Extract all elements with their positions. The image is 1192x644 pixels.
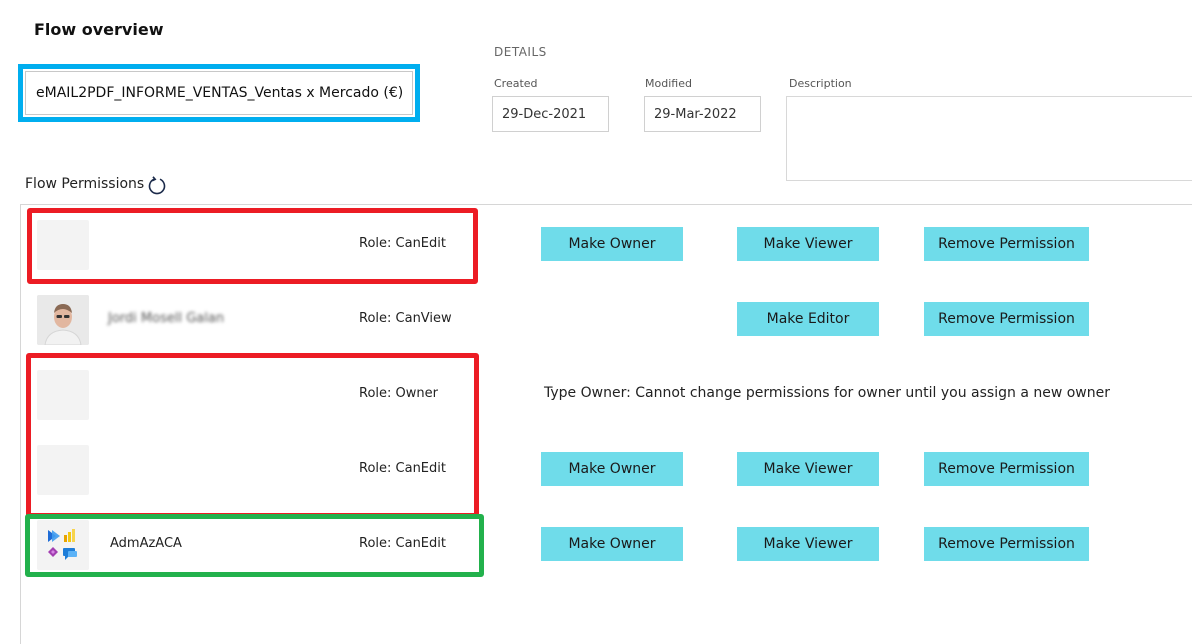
make-owner-button[interactable]: Make Owner xyxy=(541,452,683,486)
role-label: Role: CanView xyxy=(359,311,452,326)
description-field[interactable] xyxy=(786,96,1192,181)
remove-permission-button[interactable]: Remove Permission xyxy=(924,227,1089,261)
flow-permissions-label: Flow Permissions xyxy=(25,176,145,192)
avatar xyxy=(37,295,89,345)
flow-name-field[interactable]: eMAIL2PDF_INFORME_VENTAS_Ventas x Mercad… xyxy=(25,71,413,115)
modified-label: Modified xyxy=(645,77,692,90)
remove-permission-button[interactable]: Remove Permission xyxy=(924,452,1089,486)
highlight-box-red xyxy=(27,208,478,284)
make-editor-button[interactable]: Make Editor xyxy=(737,302,879,336)
page-title: Flow overview xyxy=(34,20,164,39)
highlight-box-red xyxy=(26,353,479,518)
flow-name-highlight: eMAIL2PDF_INFORME_VENTAS_Ventas x Mercad… xyxy=(18,64,420,122)
make-viewer-button[interactable]: Make Viewer xyxy=(737,452,879,486)
refresh-icon[interactable] xyxy=(147,176,167,196)
remove-permission-button[interactable]: Remove Permission xyxy=(924,527,1089,561)
user-name: Jordi Mosell Galan xyxy=(108,311,225,326)
description-label: Description xyxy=(789,77,852,90)
created-label: Created xyxy=(494,77,538,90)
permission-row[interactable]: Jordi Mosell Galan Role: CanView Make Ed… xyxy=(20,283,1190,357)
modified-field[interactable]: 29-Mar-2022 xyxy=(644,96,761,132)
owner-note: Type Owner: Cannot change permissions fo… xyxy=(544,385,1111,401)
make-owner-button[interactable]: Make Owner xyxy=(541,227,683,261)
highlight-box-green xyxy=(25,514,484,577)
remove-permission-button[interactable]: Remove Permission xyxy=(924,302,1089,336)
make-owner-button[interactable]: Make Owner xyxy=(541,527,683,561)
details-heading: DETAILS xyxy=(494,45,547,59)
make-viewer-button[interactable]: Make Viewer xyxy=(737,527,879,561)
make-viewer-button[interactable]: Make Viewer xyxy=(737,227,879,261)
created-field[interactable]: 29-Dec-2021 xyxy=(492,96,609,132)
user-photo-icon xyxy=(37,295,89,345)
